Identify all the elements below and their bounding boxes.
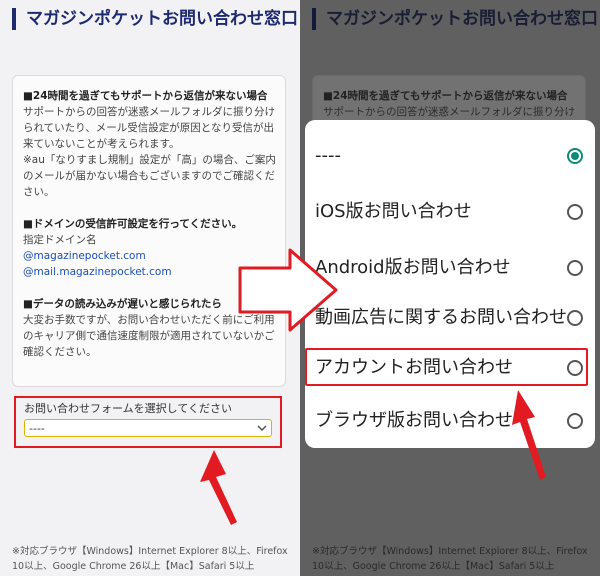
- option-label: ----: [315, 145, 341, 166]
- radio-selected-icon: [567, 148, 583, 164]
- info-box: ■24時間を過ぎてもサポートから返信が来ない場合 サポートからの回答が迷惑メール…: [12, 75, 286, 387]
- dialog-option-browser[interactable]: ブラウザ版お問い合わせ: [305, 394, 595, 448]
- form-select-dropdown[interactable]: ----: [24, 419, 272, 437]
- dialog-option-video-ads[interactable]: 動画広告に関するお問い合わせ: [305, 288, 595, 348]
- radio-icon: [567, 413, 583, 429]
- domain-link-2[interactable]: @mail.magazinepocket.com: [23, 264, 277, 280]
- option-label: iOS版お問い合わせ: [315, 201, 472, 222]
- dialog-option-none[interactable]: ----: [305, 128, 595, 184]
- info-heading-1-dimmed: ■24時間を過ぎてもサポートから返信が来ない場合: [323, 90, 568, 102]
- option-label: ブラウザ版お問い合わせ: [315, 410, 513, 431]
- browser-support-note-dimmed: ※対応ブラウザ【Windows】Internet Explorer 8以上、Fi…: [312, 546, 588, 572]
- info-heading-3: ■データの読み込みが遅いと感じられたら: [23, 298, 222, 310]
- info-body-1: サポートからの回答が迷惑メールフォルダに振り分けられていたり、メール受信設定が原…: [23, 106, 275, 150]
- account-option-highlight: [305, 348, 588, 386]
- radio-icon: [567, 204, 583, 220]
- option-label: 動画広告に関するお問い合わせ: [315, 307, 567, 328]
- page-title-dimmed: マガジンポケットお問い合わせ窓口: [312, 8, 600, 30]
- browser-support-note: ※対応ブラウザ【Windows】Internet Explorer 8以上、Fi…: [12, 546, 288, 572]
- form-select-label: お問い合わせフォームを選択してください: [24, 402, 233, 415]
- page-title: マガジンポケットお問い合わせ窓口: [12, 8, 300, 30]
- option-label: Android版お問い合わせ: [315, 257, 511, 278]
- info-note-1: ※au「なりすまし規制」設定が「高」の場合、ご案内のメールが届かない場合もござい…: [23, 154, 276, 198]
- chevron-down-icon: [257, 425, 267, 432]
- form-select-value: ----: [29, 421, 45, 435]
- domain-link-1[interactable]: @magazinepocket.com: [23, 248, 277, 264]
- form-select-highlight: お問い合わせフォームを選択してください ----: [14, 396, 282, 448]
- select-dialog: ---- iOS版お問い合わせ Android版お問い合わせ 動画広告に関するお…: [305, 120, 595, 448]
- radio-icon: [567, 260, 583, 276]
- info-body-3: 大変お手数ですが、お問い合わせいただく前にご利用のキャリア側で通信速度制限が適用…: [23, 314, 275, 358]
- left-screen: マガジンポケットお問い合わせ窓口 ■24時間を過ぎてもサポートから返信が来ない場…: [0, 0, 300, 576]
- dialog-option-ios[interactable]: iOS版お問い合わせ: [305, 184, 595, 240]
- info-heading-2: ■ドメインの受信許可設定を行ってください。: [23, 218, 243, 230]
- info-domain-label: 指定ドメイン名: [23, 234, 97, 246]
- info-heading-1: ■24時間を過ぎてもサポートから返信が来ない場合: [23, 90, 268, 102]
- radio-icon: [567, 310, 583, 326]
